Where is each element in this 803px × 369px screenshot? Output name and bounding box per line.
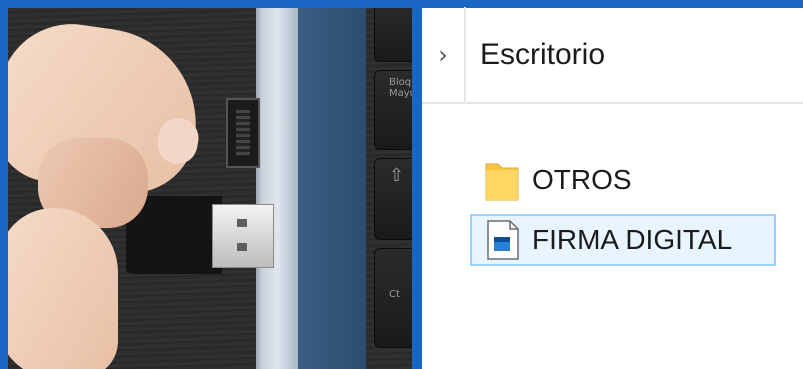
usb-port [226,98,260,168]
item-label: OTROS [532,164,632,195]
key-label: Ct [389,289,400,300]
chevron-right-icon[interactable]: › [422,7,466,103]
list-item-otros[interactable]: OTROS [470,154,670,206]
key-label: ⇧ [389,165,405,186]
address-bar[interactable]: › Escritorio [422,7,803,104]
key-sublabel: Mayús [389,88,412,99]
file-explorer: › Escritorio OTROS FIRMA DIGITAL [422,7,803,369]
folder-icon [485,163,519,201]
keyboard-key-ctrl: Ct [374,248,412,348]
list-item-firma-digital[interactable]: FIRMA DIGITAL [470,214,776,266]
keyboard-key-capslock: Bloq Mayús [374,70,412,150]
breadcrumb-escritorio[interactable]: Escritorio [466,38,605,72]
usb-plug [212,204,274,268]
thumb [8,208,118,369]
keyboard-key-shift: ⇧ [374,158,412,240]
item-label: FIRMA DIGITAL [532,224,733,255]
laptop-edge [298,8,366,369]
usb-insertion-photo: Bloq Mayús ⇧ Ct [8,8,412,369]
certificate-file-icon [487,220,519,260]
key-label: Bloq [389,77,412,88]
keyboard-key [374,8,412,62]
